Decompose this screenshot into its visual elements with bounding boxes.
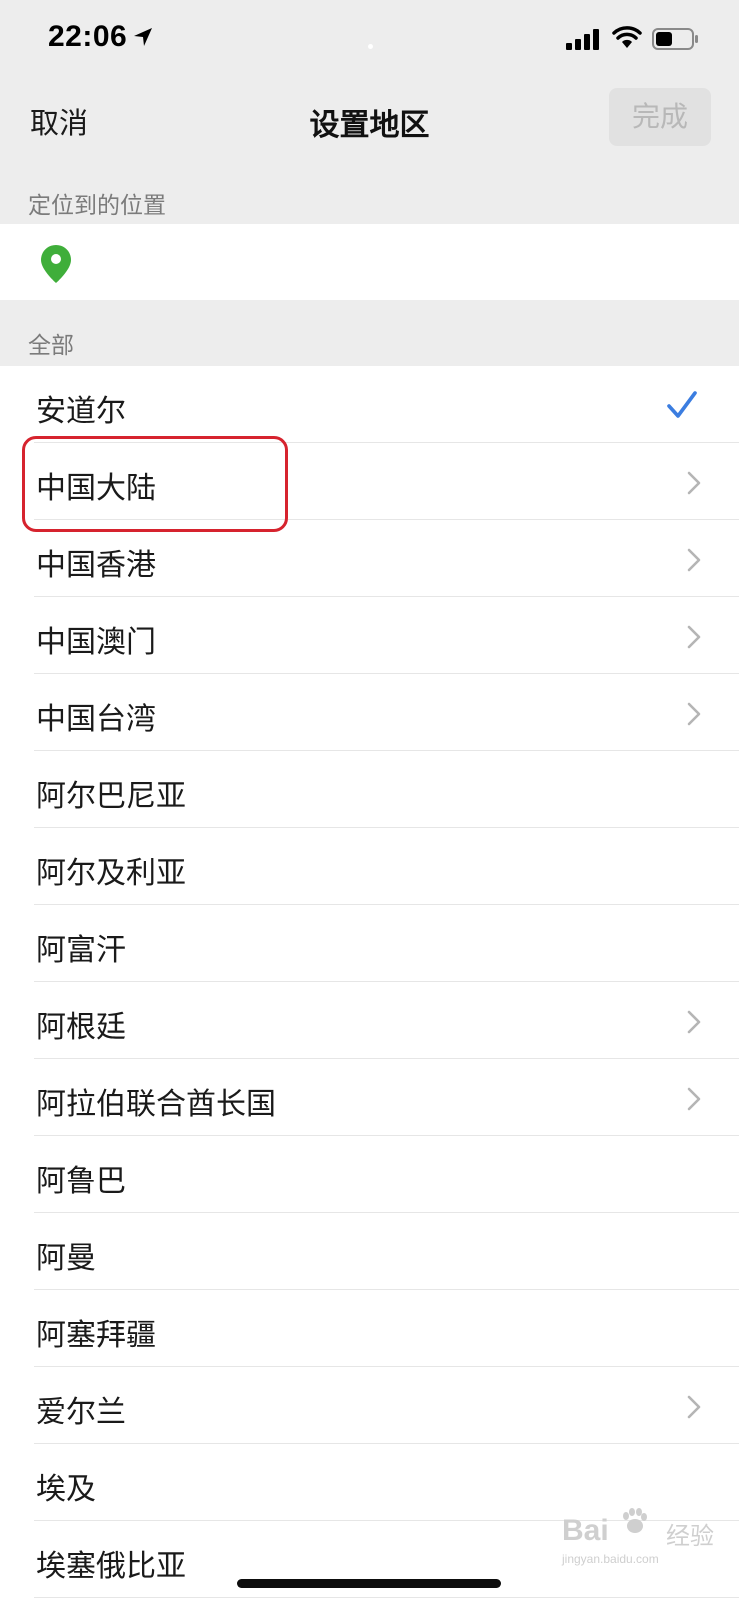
- region-label: 阿富汗: [36, 933, 126, 968]
- region-row[interactable]: 阿尔及利亚: [0, 828, 739, 905]
- nav-bar: 取消 设置地区 完成: [0, 80, 739, 170]
- region-row[interactable]: 阿富汗: [0, 905, 739, 982]
- region-label: 中国大陆: [36, 471, 156, 506]
- region-row[interactable]: 阿鲁巴: [0, 1136, 739, 1213]
- location-section-header: 定位到的位置: [0, 180, 739, 224]
- chevron-right-icon: [687, 1010, 701, 1034]
- region-row[interactable]: 安道尔: [0, 366, 739, 443]
- notch-dot: [368, 44, 373, 49]
- location-pin-icon: [41, 245, 71, 283]
- region-label: 阿鲁巴: [36, 1164, 126, 1199]
- region-row[interactable]: 爱尔兰: [0, 1367, 739, 1444]
- region-row[interactable]: 阿根廷: [0, 982, 739, 1059]
- region-label: 埃及: [36, 1472, 96, 1507]
- region-row[interactable]: 埃及: [0, 1444, 739, 1521]
- region-label: 爱尔兰: [36, 1395, 126, 1430]
- region-label: 中国香港: [36, 548, 156, 583]
- region-row[interactable]: 中国台湾: [0, 674, 739, 751]
- chevron-right-icon: [687, 1395, 701, 1419]
- region-label: 阿拉伯联合酋长国: [36, 1087, 276, 1122]
- region-label: 阿塞拜疆: [36, 1318, 156, 1353]
- checkmark-icon: [667, 391, 697, 418]
- region-label: 安道尔: [36, 394, 126, 429]
- chevron-right-icon: [687, 548, 701, 572]
- region-label: 中国台湾: [36, 702, 156, 737]
- status-bar: 22:06: [0, 0, 739, 80]
- signal-bars-icon: [566, 29, 599, 50]
- current-location-row[interactable]: [0, 224, 739, 300]
- region-row[interactable]: 阿曼: [0, 1213, 739, 1290]
- all-section-label: 全部: [28, 333, 74, 359]
- wifi-icon: [612, 26, 642, 48]
- location-arrow-icon: [134, 28, 152, 46]
- region-label: 埃塞俄比亚: [36, 1549, 186, 1584]
- status-time: 22:06: [48, 20, 128, 53]
- region-label: 阿曼: [36, 1241, 96, 1276]
- region-list: 安道尔中国大陆中国香港中国澳门中国台湾阿尔巴尼亚阿尔及利亚阿富汗阿根廷阿拉伯联合…: [0, 366, 739, 1600]
- chevron-right-icon: [687, 625, 701, 649]
- region-row[interactable]: 阿尔巴尼亚: [0, 751, 739, 828]
- region-label: 阿根廷: [36, 1010, 126, 1045]
- region-label: 阿尔及利亚: [36, 856, 186, 891]
- chevron-right-icon: [687, 471, 701, 495]
- region-row[interactable]: 阿塞拜疆: [0, 1290, 739, 1367]
- chevron-right-icon: [687, 1087, 701, 1111]
- region-row[interactable]: 中国香港: [0, 520, 739, 597]
- region-label: 阿尔巴尼亚: [36, 779, 186, 814]
- battery-icon: [652, 28, 698, 50]
- done-button[interactable]: 完成: [609, 88, 711, 146]
- region-row[interactable]: 中国澳门: [0, 597, 739, 674]
- region-row[interactable]: 中国大陆: [0, 443, 739, 520]
- row-divider: [34, 1597, 739, 1598]
- all-section-header: 全部: [0, 300, 739, 366]
- home-indicator[interactable]: [237, 1579, 501, 1588]
- location-section-label: 定位到的位置: [28, 193, 166, 219]
- chevron-right-icon: [687, 702, 701, 726]
- region-row[interactable]: 阿拉伯联合酋长国: [0, 1059, 739, 1136]
- region-label: 中国澳门: [36, 625, 156, 660]
